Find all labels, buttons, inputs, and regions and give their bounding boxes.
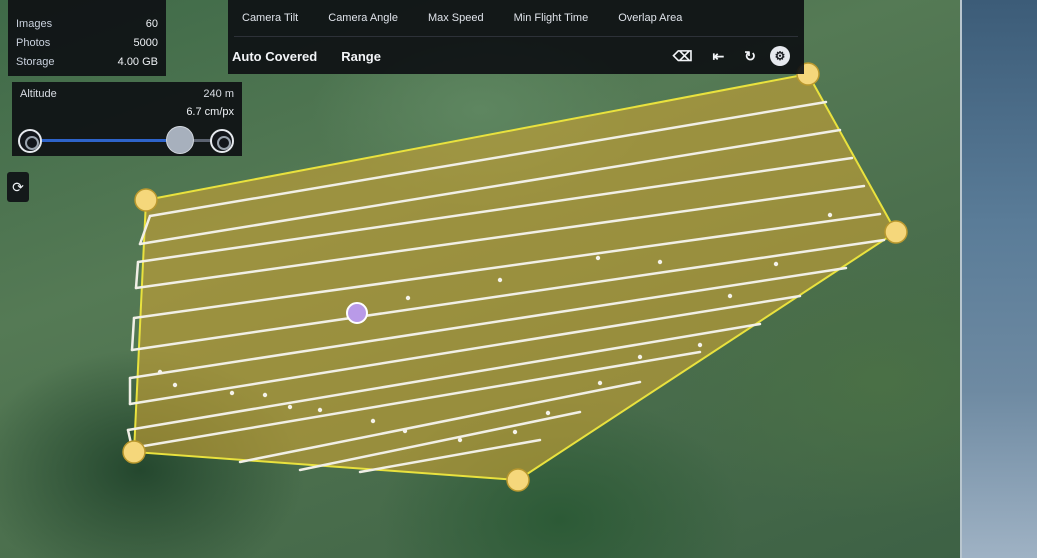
waypoint-dot xyxy=(595,255,601,261)
waypoint-dot xyxy=(157,369,163,375)
stat-value: 4.00 GB xyxy=(117,55,158,68)
tab-min-flight-time[interactable]: Min Flight Time xyxy=(514,12,589,24)
tab-max-speed[interactable]: Max Speed xyxy=(428,12,484,24)
rotate-icon[interactable]: ↻ xyxy=(744,48,756,65)
altitude-label: Altitude xyxy=(20,88,57,100)
polygon-vertex-handle[interactable] xyxy=(134,188,158,212)
waypoint-dot xyxy=(262,392,268,398)
range-button[interactable]: Range xyxy=(341,49,381,64)
polygon-vertex-handle[interactable] xyxy=(506,468,530,492)
polygon-vertex-handle[interactable] xyxy=(122,440,146,464)
waypoint-dot xyxy=(405,295,411,301)
stat-label: Photos xyxy=(16,36,51,49)
stat-row-photos: Photos 5000 xyxy=(16,33,158,52)
move-left-icon[interactable]: ⇤ xyxy=(713,48,725,65)
altitude-value: 240 m xyxy=(203,88,234,100)
tab-camera-tilt[interactable]: Camera Tilt xyxy=(242,12,298,24)
stat-label: Storage xyxy=(16,55,55,68)
compass-icon[interactable]: ⟳ xyxy=(7,172,29,202)
waypoint-dot xyxy=(697,342,703,348)
tab-camera-angle[interactable]: Camera Angle xyxy=(328,12,398,24)
flight-turn xyxy=(134,260,140,290)
waypoint-dot xyxy=(545,410,551,416)
settings-icon[interactable]: ⚙ xyxy=(770,46,790,66)
stat-row-storage: Storage 4.00 GB xyxy=(16,52,158,71)
stat-value: 5000 xyxy=(133,36,158,49)
center-marker[interactable] xyxy=(346,302,368,324)
altitude-decrease-button[interactable] xyxy=(18,129,42,153)
stat-value: 60 xyxy=(145,17,158,30)
delete-vertex-icon[interactable]: ⌫ xyxy=(673,48,693,65)
auto-covered-button[interactable]: Auto Covered xyxy=(232,49,317,64)
waypoint-dot xyxy=(827,212,833,218)
waypoint-dot xyxy=(597,380,603,386)
waypoint-dot xyxy=(457,437,463,443)
altitude-slider-thumb[interactable] xyxy=(166,126,194,154)
polygon-vertex-handle[interactable] xyxy=(884,220,908,244)
waypoint-dot xyxy=(317,407,323,413)
altitude-panel: Altitude 240 m 6.7 cm/px xyxy=(12,82,242,156)
waypoint-dot xyxy=(497,277,503,283)
waypoint-dot xyxy=(637,354,643,360)
waypoint-dot xyxy=(229,390,235,396)
waypoint-dot xyxy=(512,429,518,435)
settings-tabs: Camera Tilt Camera Angle Max Speed Min F… xyxy=(228,0,804,36)
flight-turn xyxy=(130,316,136,352)
waypoint-dot xyxy=(370,418,376,424)
stat-label: Images xyxy=(16,17,53,30)
altitude-increase-button[interactable] xyxy=(210,129,234,153)
toolbar-actions: Auto Covered Range ⌫ ⇤ ↻ ⚙ xyxy=(228,37,804,75)
waypoint-dot xyxy=(657,259,663,265)
waypoint-dot xyxy=(773,261,779,267)
ground-resolution-value: 6.7 cm/px xyxy=(186,106,234,118)
mission-toolbar: Camera Tilt Camera Angle Max Speed Min F… xyxy=(228,0,804,74)
waypoint-dot xyxy=(287,404,293,410)
waypoint-dot xyxy=(172,382,178,388)
stat-row-images: Images 60 xyxy=(16,14,158,33)
waypoint-dot xyxy=(727,293,733,299)
tab-overlap-area[interactable]: Overlap Area xyxy=(618,12,682,24)
mission-stats-panel: Images 60 Photos 5000 Storage 4.00 GB xyxy=(8,0,166,76)
waypoint-dot xyxy=(402,428,408,434)
